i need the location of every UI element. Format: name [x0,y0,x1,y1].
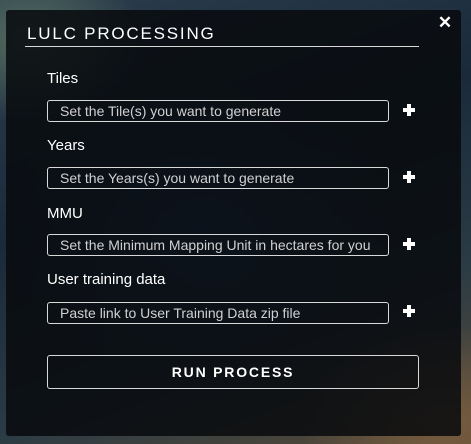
mmu-label: MMU [47,205,83,222]
panel-title: LULC PROCESSING [27,24,216,43]
user-training-data-input[interactable] [47,302,389,324]
title-divider [25,46,419,47]
add-years-plus-icon[interactable] [400,168,418,186]
user-training-data-label: User training data [47,271,166,288]
add-tiles-plus-icon[interactable] [400,101,418,119]
run-process-button[interactable]: RUN PROCESS [47,355,419,389]
tiles-label: Tiles [47,70,79,87]
add-user-training-data-plus-icon[interactable] [400,302,418,320]
years-input[interactable] [47,167,389,189]
add-mmu-plus-icon[interactable] [400,235,418,253]
years-label: Years [47,137,85,154]
tiles-input[interactable] [47,100,389,122]
mmu-input[interactable] [47,234,389,256]
close-icon[interactable]: ✕ [436,14,454,32]
